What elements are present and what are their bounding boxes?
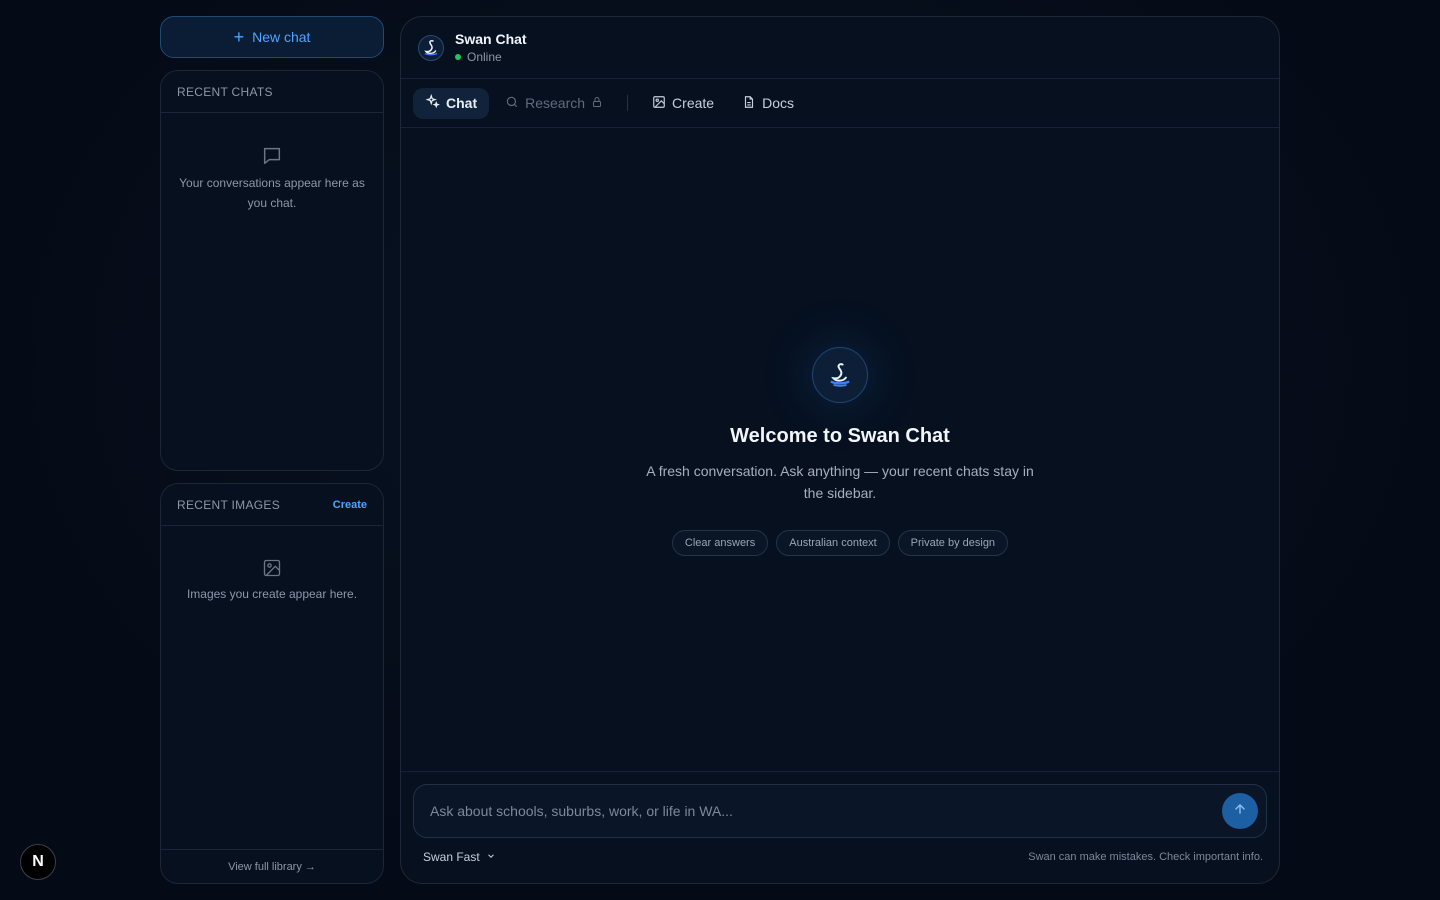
- framework-badge[interactable]: N: [20, 844, 56, 880]
- welcome-title: Welcome to Swan Chat: [730, 425, 950, 447]
- arrow-up-icon: [1233, 802, 1247, 821]
- mode-tabs: Chat Research Create Docs: [401, 79, 1279, 128]
- recent-chats-heading: RECENT CHATS: [177, 84, 273, 99]
- welcome-panel: Welcome to Swan Chat A fresh conversatio…: [401, 347, 1279, 556]
- chat-header: Swan Chat Online: [401, 17, 1279, 79]
- image-icon: [179, 558, 365, 578]
- model-name: Swan Fast: [423, 850, 480, 864]
- tab-docs-label: Docs: [762, 95, 794, 111]
- recent-chats-panel: RECENT CHATS Your conversations appear h…: [160, 70, 384, 471]
- tab-create[interactable]: Create: [640, 88, 726, 119]
- tab-research[interactable]: Research: [493, 88, 615, 119]
- recent-chats-empty-text: Your conversations appear here as you ch…: [179, 176, 365, 210]
- recent-chats-empty-state: Your conversations appear here as you ch…: [161, 145, 383, 213]
- disclaimer-text: Swan can make mistakes. Check important …: [1028, 851, 1263, 863]
- recent-images-header: RECENT IMAGES Create: [161, 484, 383, 526]
- swan-logo-icon: [812, 347, 868, 403]
- view-library-link[interactable]: View full library →: [161, 849, 383, 883]
- status-indicator: Online: [455, 50, 527, 64]
- recent-chats-header: RECENT CHATS: [161, 71, 383, 113]
- lock-icon: [591, 95, 603, 111]
- new-chat-label: New chat: [252, 29, 311, 45]
- send-button[interactable]: [1222, 793, 1258, 829]
- tab-chat-label: Chat: [446, 95, 478, 111]
- chevron-down-icon: [486, 850, 496, 864]
- badge-letter: N: [32, 853, 44, 870]
- app-root: + New chat RECENT CHATS Your conversatio…: [0, 0, 1440, 900]
- sparkle-icon: [425, 93, 440, 112]
- create-image-link[interactable]: Create: [333, 499, 367, 511]
- status-text: Online: [467, 50, 502, 64]
- composer: [413, 784, 1267, 838]
- tab-create-label: Create: [672, 95, 715, 111]
- chat-main: Swan Chat Online Chat Research Create Do…: [400, 16, 1280, 884]
- tab-divider: [627, 95, 629, 111]
- online-dot-icon: [455, 54, 461, 60]
- model-selector[interactable]: Swan Fast: [423, 850, 496, 864]
- recent-images-empty-state: Images you create appear here.: [161, 558, 383, 604]
- message-icon: [179, 145, 365, 167]
- feature-chips: Clear answers Australian context Private…: [401, 530, 1279, 556]
- tab-research-label: Research: [525, 95, 586, 111]
- image-icon: [652, 95, 666, 112]
- recent-images-heading: RECENT IMAGES: [177, 497, 281, 512]
- tab-docs[interactable]: Docs: [730, 88, 806, 119]
- chip-clear-answers[interactable]: Clear answers: [671, 530, 769, 556]
- swan-logo-icon: [415, 32, 447, 64]
- recent-images-empty-text: Images you create appear here.: [186, 587, 358, 601]
- chip-australian-context[interactable]: Australian context: [776, 530, 890, 556]
- chip-private-by-design[interactable]: Private by design: [897, 530, 1009, 556]
- sidebar: + New chat RECENT CHATS Your conversatio…: [160, 16, 384, 884]
- chat-title: Swan Chat: [455, 31, 527, 47]
- message-input[interactable]: [430, 803, 1222, 819]
- document-icon: [742, 95, 756, 112]
- new-chat-button[interactable]: + New chat: [160, 16, 384, 58]
- search-icon: [505, 95, 519, 112]
- recent-images-panel: RECENT IMAGES Create Images you create a…: [160, 483, 384, 884]
- tab-chat[interactable]: Chat: [413, 87, 490, 119]
- composer-area: Swan Fast Swan can make mistakes. Check …: [401, 771, 1279, 883]
- welcome-subtitle: A fresh conversation. Ask anything — you…: [646, 463, 1034, 501]
- plus-icon: +: [233, 27, 245, 47]
